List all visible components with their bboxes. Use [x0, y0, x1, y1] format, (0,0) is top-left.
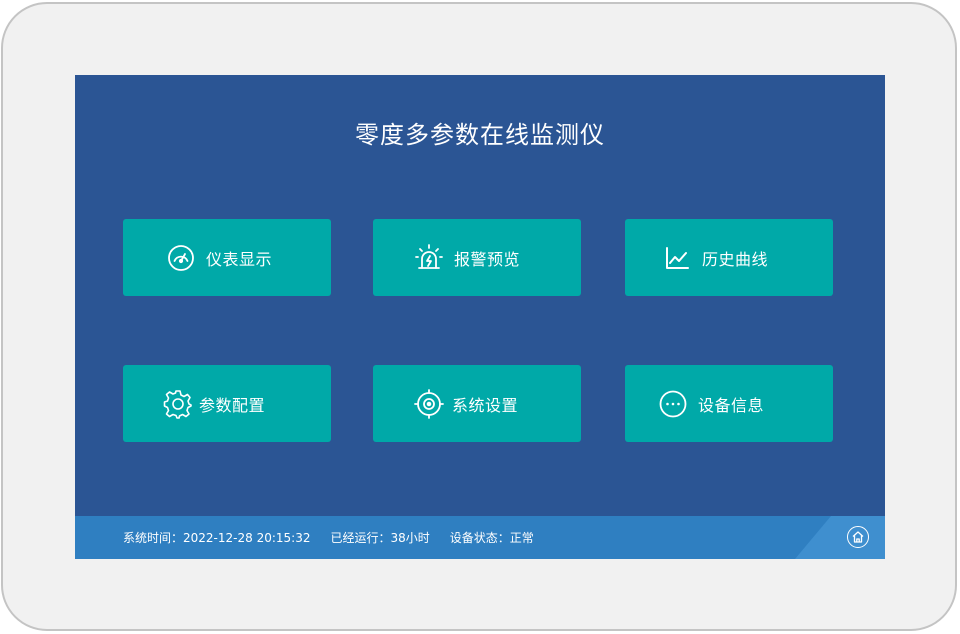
- device-status-value: 正常: [509, 531, 534, 545]
- gear-icon: [163, 389, 193, 419]
- page-title: 零度多参数在线监测仪: [355, 121, 605, 149]
- tile-parameter-config[interactable]: 参数配置: [123, 365, 331, 442]
- status-bar: 系统时间：2022-12-28 20:15:32 已经运行：38小时 设备状态：…: [75, 516, 885, 559]
- status-bar-corner: [795, 516, 885, 559]
- tile-meter-display[interactable]: 仪表显示: [123, 219, 331, 296]
- tile-label: 仪表显示: [206, 249, 273, 269]
- tile-label: 设备信息: [698, 395, 765, 415]
- runtime-value: 38小时: [390, 531, 430, 545]
- system-time: 系统时间：2022-12-28 20:15:32: [123, 529, 310, 546]
- system-time-value: 2022-12-28 20:15:32: [183, 531, 311, 545]
- runtime-label: 已经运行：: [330, 531, 391, 545]
- tile-alarm-preview[interactable]: 报警预览: [373, 219, 581, 296]
- more-icon: [658, 389, 688, 419]
- tile-label: 参数配置: [199, 395, 266, 415]
- device-status: 设备状态：正常: [450, 529, 534, 546]
- tile-system-settings[interactable]: 系统设置: [373, 365, 581, 442]
- tile-device-info[interactable]: 设备信息: [625, 365, 833, 442]
- home-button[interactable]: [847, 526, 869, 548]
- device-status-label: 设备状态：: [449, 531, 510, 545]
- system-time-label: 系统时间：: [123, 531, 184, 545]
- runtime: 已经运行：38小时: [330, 529, 429, 546]
- target-icon: [414, 388, 444, 419]
- gauge-icon: [166, 243, 196, 273]
- main-screen: 零度多参数在线监测仪 仪表显示 报警预览 历史曲线 参数配置 系统设置 设备信息…: [75, 75, 885, 559]
- tile-label: 系统设置: [452, 395, 519, 415]
- alarm-icon: [414, 243, 444, 273]
- line-chart-icon: [662, 243, 692, 273]
- tile-label: 历史曲线: [702, 249, 769, 269]
- tile-history-curve[interactable]: 历史曲线: [625, 219, 833, 296]
- home-icon: [852, 531, 864, 543]
- tile-label: 报警预览: [454, 249, 521, 269]
